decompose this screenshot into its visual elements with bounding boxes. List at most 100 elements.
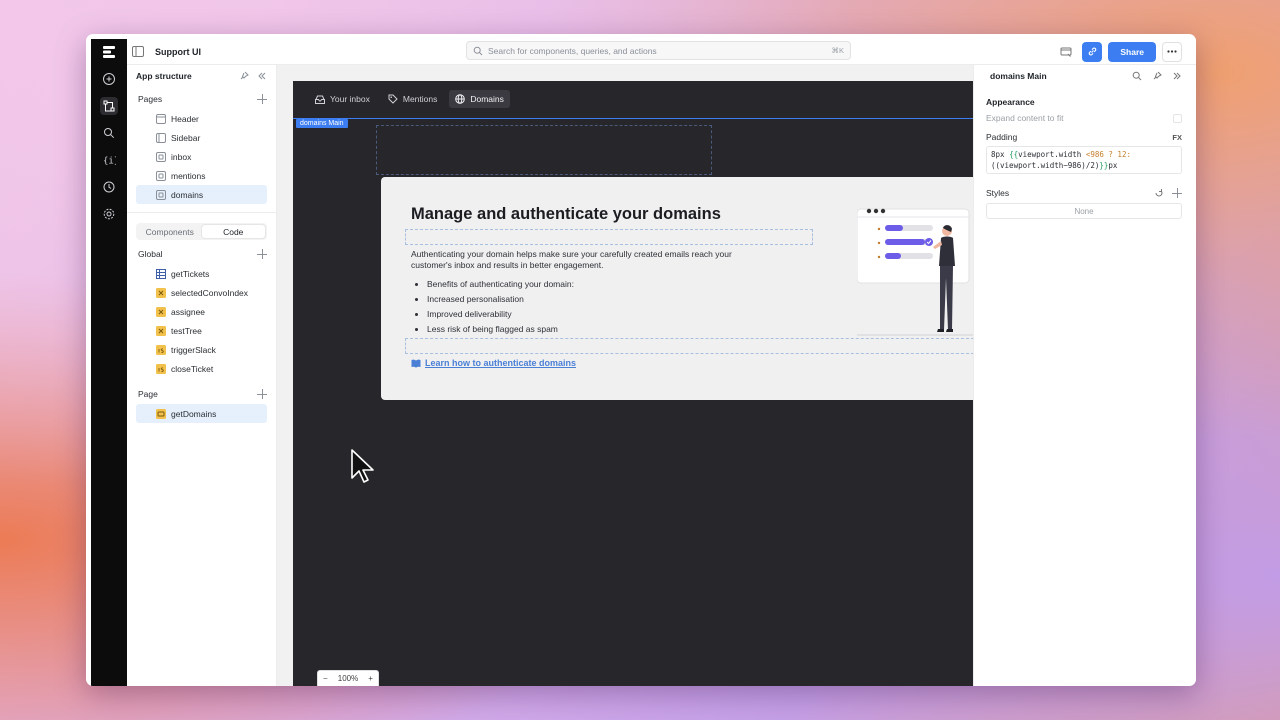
add-page-icon[interactable] [257,94,267,104]
zoom-control: − 100% + [317,670,379,686]
learn-more-link[interactable]: Learn how to authenticate domains [411,358,576,368]
reset-icon[interactable] [1154,188,1164,198]
copy-link-button[interactable] [1082,41,1103,62]
search-icon [473,46,483,55]
search-shortcut: ⌘K [831,46,844,55]
pages-list: Header Sidebar inbox mentions domains [127,109,276,204]
variable-icon [156,325,166,336]
page-icon [156,189,166,200]
add-page-query-icon[interactable] [257,389,267,399]
link-icon [1088,47,1097,56]
zoom-level: 100% [337,674,359,683]
search-rail-icon[interactable] [100,124,118,142]
page-item-inbox[interactable]: inbox [136,147,267,166]
zoom-in-button[interactable]: + [368,674,373,683]
code-item-getdomains[interactable]: getDomains [136,404,267,423]
card-title: Manage and authenticate your domains [411,205,721,223]
variable-icon [156,306,166,317]
app-window: {i} Support UI Search for components, qu… [86,34,1196,686]
inspector-panel: domains Main Appearance Expand content t… [973,65,1196,686]
add-icon[interactable] [100,70,118,88]
page-item-mentions[interactable]: mentions [136,166,267,185]
js-icon [156,344,166,355]
globe-icon [455,94,466,104]
spacer-outline [405,229,813,245]
list-item: Less risk of being flagged as spam [427,324,574,339]
code-token: px [1108,160,1118,170]
code-item-gettickets[interactable]: getTickets [136,264,267,283]
add-global-icon[interactable] [257,249,267,259]
search-icon[interactable] [1132,71,1142,81]
code-token: viewport.width [1018,150,1086,159]
page-item-sidebar[interactable]: Sidebar [136,128,267,147]
search-input[interactable]: Search for components, queries, and acti… [466,41,851,60]
preview-icon[interactable] [1056,42,1076,62]
history-icon[interactable] [100,178,118,196]
appearance-label: Appearance [986,97,1035,107]
page-section-label: Page [138,389,158,399]
code-token: ((viewport.width−986)/2) [991,160,1100,170]
code-item-selectedconvoindex[interactable]: selectedConvoIndex [136,283,267,302]
tab-code[interactable]: Code [201,225,265,238]
tab-components[interactable]: Components [138,225,202,238]
sidebar-icon [156,132,166,143]
app-structure-panel: App structure Pages Header Sidebar inbox [127,65,277,686]
domains-card[interactable]: Manage and authenticate your domains Aut… [381,177,989,400]
app-title: Support UI [155,46,201,57]
selection-outline [293,118,973,119]
state-icon[interactable]: {i} [100,151,118,169]
variable-icon [156,287,166,298]
tag-icon [388,94,398,104]
list-item: Benefits of authenticating your domain: [427,279,574,294]
zoom-out-button[interactable]: − [323,674,328,683]
more-options-icon[interactable] [1162,41,1182,62]
header-icon [156,113,166,124]
fx-toggle[interactable]: FX [1172,133,1182,142]
inspector-title: domains Main [990,71,1047,81]
card-description: Authenticating your domain helps make su… [411,249,732,270]
pin-icon[interactable] [239,71,249,81]
global-list: getTickets selectedConvoIndex assignee t… [127,264,276,378]
expand-content-label: Expand content to fit [986,113,1064,123]
list-item: Increased personalisation [427,294,574,309]
add-style-icon[interactable] [1172,188,1182,198]
collapse-right-icon[interactable] [1172,71,1182,81]
code-item-triggerslack[interactable]: triggerSlack [136,340,267,359]
expand-content-checkbox[interactable] [1173,113,1182,123]
sidebar-toggle-icon[interactable] [131,45,145,59]
padding-code-editor[interactable]: 8px {{viewport.width <986 ? 12: ((viewpo… [986,146,1182,174]
global-label: Global [138,249,163,259]
nav-tab-mentions[interactable]: Mentions [382,90,444,108]
search-placeholder: Search for components, queries, and acti… [488,45,657,56]
pin-icon[interactable] [1152,71,1162,81]
page-item-header[interactable]: Header [136,109,267,128]
selection-tag[interactable]: domains Main [296,119,348,128]
table-icon [156,268,166,279]
page-item-domains[interactable]: domains [136,185,267,204]
js-icon [156,363,166,374]
empty-container-outline [376,125,712,175]
logo-icon[interactable] [100,43,118,61]
app-navbar: Your inbox Mentions Domains [293,81,973,117]
svg-text:{i}: {i} [103,157,116,167]
styles-value[interactable]: None [986,203,1182,219]
settings-gear-icon[interactable] [100,205,118,223]
share-button[interactable]: Share [1108,41,1156,62]
mouse-cursor-icon [351,449,374,483]
app-structure-icon[interactable] [100,97,118,115]
panel-title: App structure [136,71,192,81]
code-item-closeticket[interactable]: closeTicket [136,359,267,378]
code-item-testtree[interactable]: testTree [136,321,267,340]
inbox-icon [315,95,325,104]
collapse-left-icon[interactable] [257,71,267,81]
book-icon [411,359,421,368]
spacer-outline [405,338,989,354]
nav-tab-your-inbox[interactable]: Your inbox [309,90,376,108]
page-code-list: getDomains [127,404,276,423]
editor-canvas[interactable]: Your inbox Mentions Domains domains Main… [277,65,989,686]
page-icon [156,170,166,181]
nav-tab-domains[interactable]: Domains [449,90,510,108]
left-rail: {i} [91,39,127,686]
code-item-assignee[interactable]: assignee [136,302,267,321]
top-bar: Support UI Search for components, querie… [127,39,1196,65]
